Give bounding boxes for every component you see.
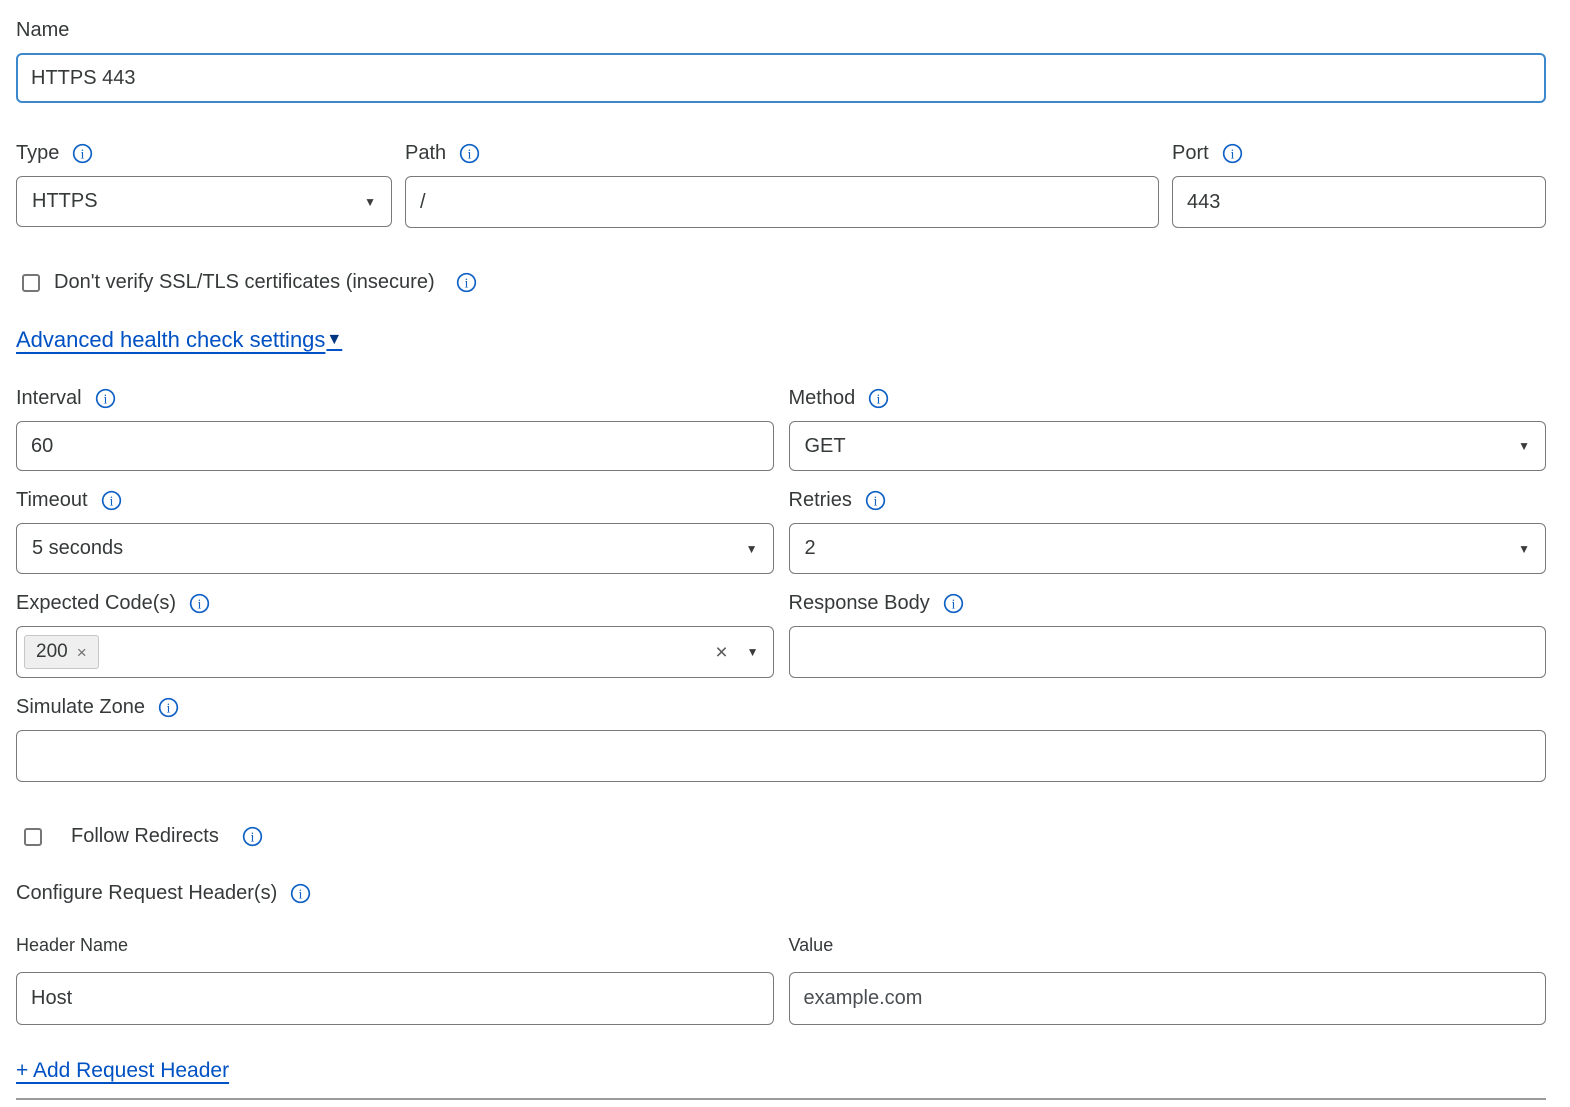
chevron-down-icon: ▼ [1518, 543, 1530, 555]
chevron-down-icon: ▼ [364, 196, 376, 208]
svg-text:i: i [167, 700, 171, 716]
path-input[interactable] [405, 176, 1159, 228]
method-field-group: Method i GET ▼ [789, 386, 1547, 471]
add-header-wrap: + Add Request Header [16, 1059, 1546, 1083]
timeout-label: Timeout [16, 488, 88, 512]
info-icon[interactable]: i [158, 697, 179, 718]
svg-text:i: i [1230, 146, 1234, 162]
info-icon[interactable]: i [95, 388, 116, 409]
chevron-down-icon: ▼ [746, 543, 758, 555]
type-label: Type [16, 141, 59, 165]
verify-ssl-row: Don't verify SSL/TLS certificates (insec… [22, 271, 1546, 294]
header-row: Header Name Value [16, 933, 1546, 1025]
response-body-input[interactable] [789, 626, 1547, 678]
follow-redirects-checkbox[interactable] [24, 828, 42, 846]
svg-text:i: i [103, 391, 107, 407]
interval-method-row: Interval i Method i GET ▼ [16, 386, 1546, 488]
retries-select-value: 2 [805, 537, 816, 560]
info-icon[interactable]: i [943, 593, 964, 614]
header-name-field-group: Header Name [16, 933, 774, 1025]
svg-text:i: i [81, 146, 85, 162]
svg-text:i: i [877, 391, 881, 407]
follow-redirects-label: Follow Redirects [71, 825, 219, 848]
advanced-settings-toggle[interactable]: Advanced health check settings▼ [16, 327, 342, 353]
timeout-retries-row: Timeout i 5 seconds ▼ Retries i 2 ▼ [16, 488, 1546, 591]
expected-codes-field-group: Expected Code(s) i 200 × × ▼ [16, 591, 774, 678]
header-value-column-label: Value [789, 933, 1547, 957]
header-name-column-label: Header Name [16, 933, 774, 957]
svg-text:i: i [109, 493, 113, 509]
port-label: Port [1172, 141, 1209, 165]
path-field-group: Path i [405, 141, 1159, 228]
interval-input[interactable] [16, 421, 774, 471]
request-headers-section-label: Configure Request Header(s) [16, 881, 277, 905]
expected-codes-multiselect[interactable]: 200 × × ▼ [16, 626, 774, 678]
name-label: Name [16, 18, 1546, 42]
info-icon[interactable]: i [459, 143, 480, 164]
codes-body-row: Expected Code(s) i 200 × × ▼ Response Bo… [16, 591, 1546, 695]
simulate-zone-field-group: Simulate Zone i [16, 695, 1546, 782]
verify-ssl-checkbox[interactable] [22, 274, 40, 292]
method-label: Method [789, 386, 856, 410]
chevron-down-icon: ▼ [326, 331, 342, 349]
method-select-value: GET [805, 435, 846, 458]
info-icon[interactable]: i [189, 593, 210, 614]
port-field-group: Port i [1172, 141, 1546, 228]
svg-text:i: i [873, 493, 877, 509]
expected-code-tag: 200 × [24, 635, 99, 669]
simulate-zone-label: Simulate Zone [16, 695, 145, 719]
svg-text:i: i [951, 596, 955, 612]
response-body-label: Response Body [789, 591, 930, 615]
expected-codes-label: Expected Code(s) [16, 591, 176, 615]
name-field-group: Name [16, 18, 1546, 103]
header-value-input[interactable] [789, 972, 1547, 1025]
interval-label: Interval [16, 386, 82, 410]
svg-text:i: i [464, 275, 468, 291]
name-input[interactable] [16, 53, 1546, 103]
simulate-zone-input[interactable] [16, 730, 1546, 782]
info-icon[interactable]: i [868, 388, 889, 409]
path-label: Path [405, 141, 446, 165]
retries-field-group: Retries i 2 ▼ [789, 488, 1547, 574]
header-value-field-group: Value [789, 933, 1547, 1025]
request-headers-section: Configure Request Header(s) i [16, 881, 1546, 905]
add-request-header-link[interactable]: + Add Request Header [16, 1059, 229, 1083]
svg-text:i: i [250, 829, 254, 845]
follow-redirects-row: Follow Redirects i [24, 825, 1546, 848]
verify-ssl-label: Don't verify SSL/TLS certificates (insec… [54, 271, 435, 294]
chevron-down-icon[interactable]: ▼ [747, 646, 759, 658]
interval-field-group: Interval i [16, 386, 774, 471]
info-icon[interactable]: i [72, 143, 93, 164]
timeout-select[interactable]: 5 seconds ▼ [16, 523, 774, 574]
section-divider [16, 1098, 1546, 1100]
svg-text:i: i [299, 886, 303, 902]
advanced-settings-toggle-wrap: Advanced health check settings▼ [16, 327, 1546, 353]
method-select[interactable]: GET ▼ [789, 421, 1547, 471]
port-input[interactable] [1172, 176, 1546, 228]
chevron-down-icon: ▼ [1518, 440, 1530, 452]
info-icon[interactable]: i [1222, 143, 1243, 164]
type-select[interactable]: HTTPS ▼ [16, 176, 392, 227]
info-icon[interactable]: i [242, 826, 263, 847]
header-name-input[interactable] [16, 972, 774, 1025]
info-icon[interactable]: i [101, 490, 122, 511]
info-icon[interactable]: i [865, 490, 886, 511]
svg-text:i: i [198, 596, 202, 612]
timeout-select-value: 5 seconds [32, 537, 123, 560]
response-body-field-group: Response Body i [789, 591, 1547, 678]
clear-all-icon[interactable]: × [715, 642, 727, 663]
type-field-group: Type i HTTPS ▼ [16, 141, 392, 228]
retries-label: Retries [789, 488, 852, 512]
info-icon[interactable]: i [456, 272, 477, 293]
info-icon[interactable]: i [290, 883, 311, 904]
type-select-value: HTTPS [32, 190, 98, 213]
type-path-port-row: Type i HTTPS ▼ Path i Port i [16, 141, 1546, 228]
expected-code-tag-value: 200 [36, 641, 68, 663]
retries-select[interactable]: 2 ▼ [789, 523, 1547, 574]
svg-text:i: i [468, 146, 472, 162]
remove-tag-icon[interactable]: × [77, 644, 87, 661]
timeout-field-group: Timeout i 5 seconds ▼ [16, 488, 774, 574]
